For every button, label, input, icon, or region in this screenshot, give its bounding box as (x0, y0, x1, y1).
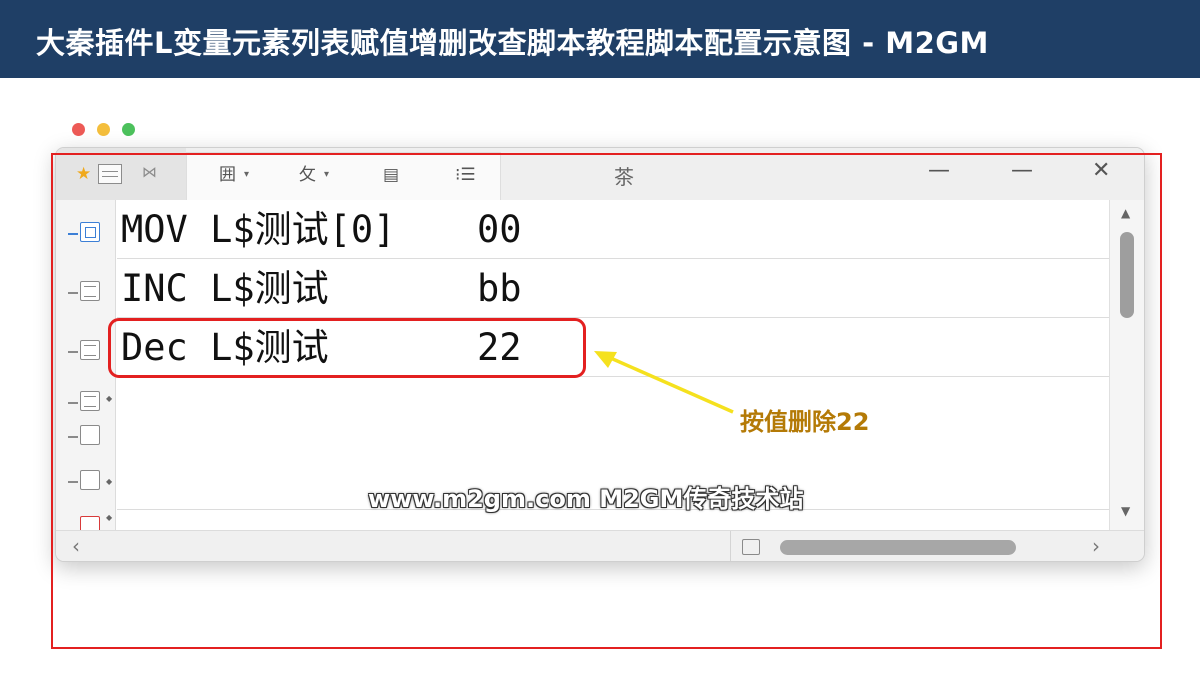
watermark-text: www.m2gm.com M2GM传奇技术站 (368, 485, 804, 513)
minimize-dot[interactable] (97, 123, 110, 136)
highlight-box-dec-row (108, 318, 586, 378)
window-dots (72, 123, 135, 136)
callout-text: 按值删除22 (740, 408, 870, 436)
zoom-dot[interactable] (122, 123, 135, 136)
title-banner: 大秦插件L变量元素列表赋值增删改查脚本教程脚本配置示意图 - M2GM (0, 0, 1200, 78)
close-dot[interactable] (72, 123, 85, 136)
banner-title: 大秦插件L变量元素列表赋值增删改查脚本教程脚本配置示意图 - M2GM (36, 26, 989, 60)
outer-highlight-frame (51, 153, 1162, 649)
